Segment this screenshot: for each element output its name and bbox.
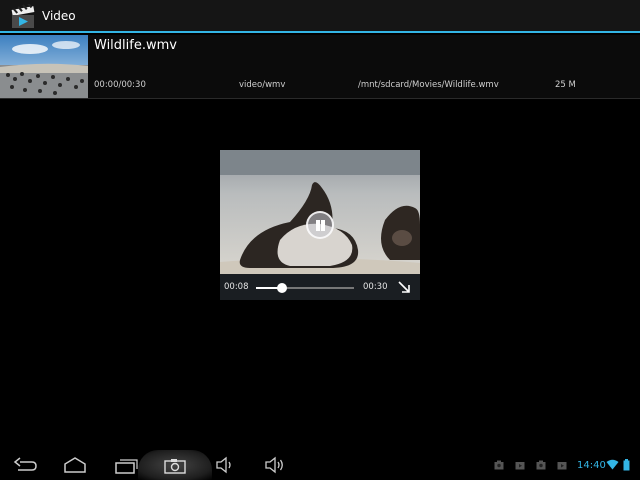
fullscreen-icon[interactable] [397, 280, 411, 294]
pause-icon [321, 220, 325, 231]
media-notification-icon[interactable] [494, 460, 504, 470]
volume-down-icon[interactable] [214, 454, 238, 476]
file-name: Wildlife.wmv [94, 38, 177, 53]
video-list-item[interactable]: Wildlife.wmv 00:00/00:30 video/wmv /mnt/… [0, 35, 640, 99]
back-icon[interactable] [12, 454, 38, 476]
file-path: /mnt/sdcard/Movies/Wildlife.wmv [358, 80, 499, 90]
home-icon[interactable] [62, 454, 88, 476]
battery-icon[interactable] [623, 459, 630, 471]
recent-apps-icon[interactable] [113, 454, 139, 476]
volume-up-icon[interactable] [263, 454, 287, 476]
action-bar: Video [0, 0, 640, 33]
screenshot-icon [164, 459, 186, 474]
file-duration: 00:00/00:30 [94, 80, 146, 90]
media-notification-icon[interactable] [536, 460, 546, 470]
file-size: 25 M [555, 80, 576, 90]
media-notification-icon[interactable] [515, 460, 525, 470]
app-title: Video [42, 9, 76, 23]
video-app-icon[interactable] [10, 4, 36, 30]
playback-controls: 00:08 00:30 [220, 274, 420, 300]
video-player[interactable]: 00:08 00:30 [220, 150, 420, 300]
current-time: 00:08 [224, 282, 249, 292]
screenshot-button[interactable] [138, 450, 212, 480]
seek-bar[interactable] [256, 283, 354, 293]
media-notification-icon[interactable] [557, 460, 567, 470]
system-bar: 14:40 [0, 450, 640, 480]
pause-icon [316, 220, 320, 231]
pause-button[interactable] [306, 211, 334, 239]
video-thumbnail [0, 35, 88, 98]
file-mime-type: video/wmv [239, 80, 286, 90]
seek-bar-thumb[interactable] [277, 283, 288, 293]
status-clock[interactable]: 14:40 [577, 460, 606, 471]
total-time: 00:30 [363, 282, 388, 292]
wifi-icon[interactable] [606, 459, 619, 470]
